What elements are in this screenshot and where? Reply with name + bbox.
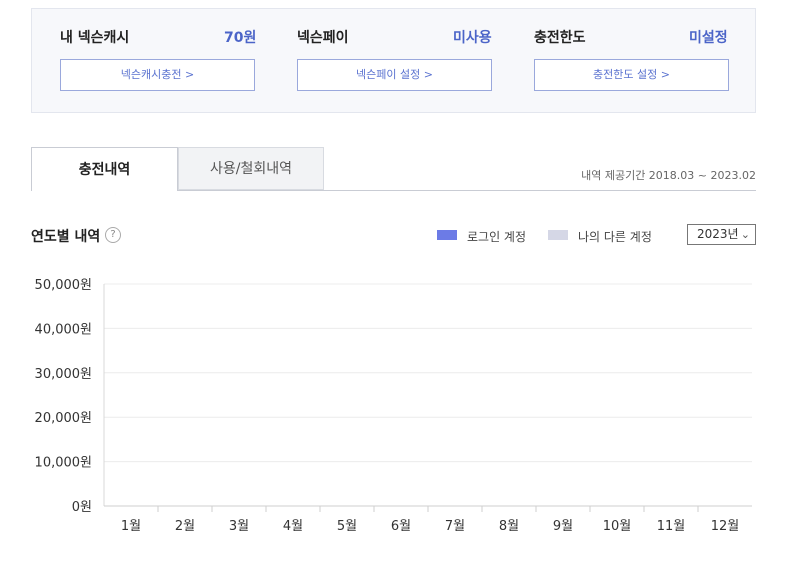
x-tick-label: 2월 — [175, 519, 195, 534]
y-tick-label: 30,000원 — [35, 367, 92, 382]
x-tick-label: 11월 — [657, 519, 686, 534]
x-tick-label: 9월 — [553, 519, 573, 534]
x-tick-label: 6월 — [391, 519, 411, 534]
y-tick-label: 50,000원 — [35, 278, 92, 293]
x-tick-label: 3월 — [229, 519, 249, 534]
x-tick-label: 12월 — [711, 519, 740, 534]
y-tick-label: 20,000원 — [35, 411, 92, 426]
y-tick-label: 10,000원 — [35, 456, 92, 471]
yearly-chart: 0원 10,000원 20,000원 30,000원 40,000원 50,000원 1월 2… — [35, 278, 752, 534]
x-tick-label: 7월 — [445, 519, 465, 534]
x-tick-label: 4월 — [283, 519, 303, 534]
x-tick-label: 5월 — [337, 519, 357, 534]
x-tick-label: 10월 — [603, 519, 632, 534]
y-tick-label: 40,000원 — [35, 322, 92, 337]
y-tick-label: 0원 — [72, 500, 92, 515]
x-tick-label: 1월 — [121, 519, 141, 534]
x-tick-label: 8월 — [499, 519, 519, 534]
